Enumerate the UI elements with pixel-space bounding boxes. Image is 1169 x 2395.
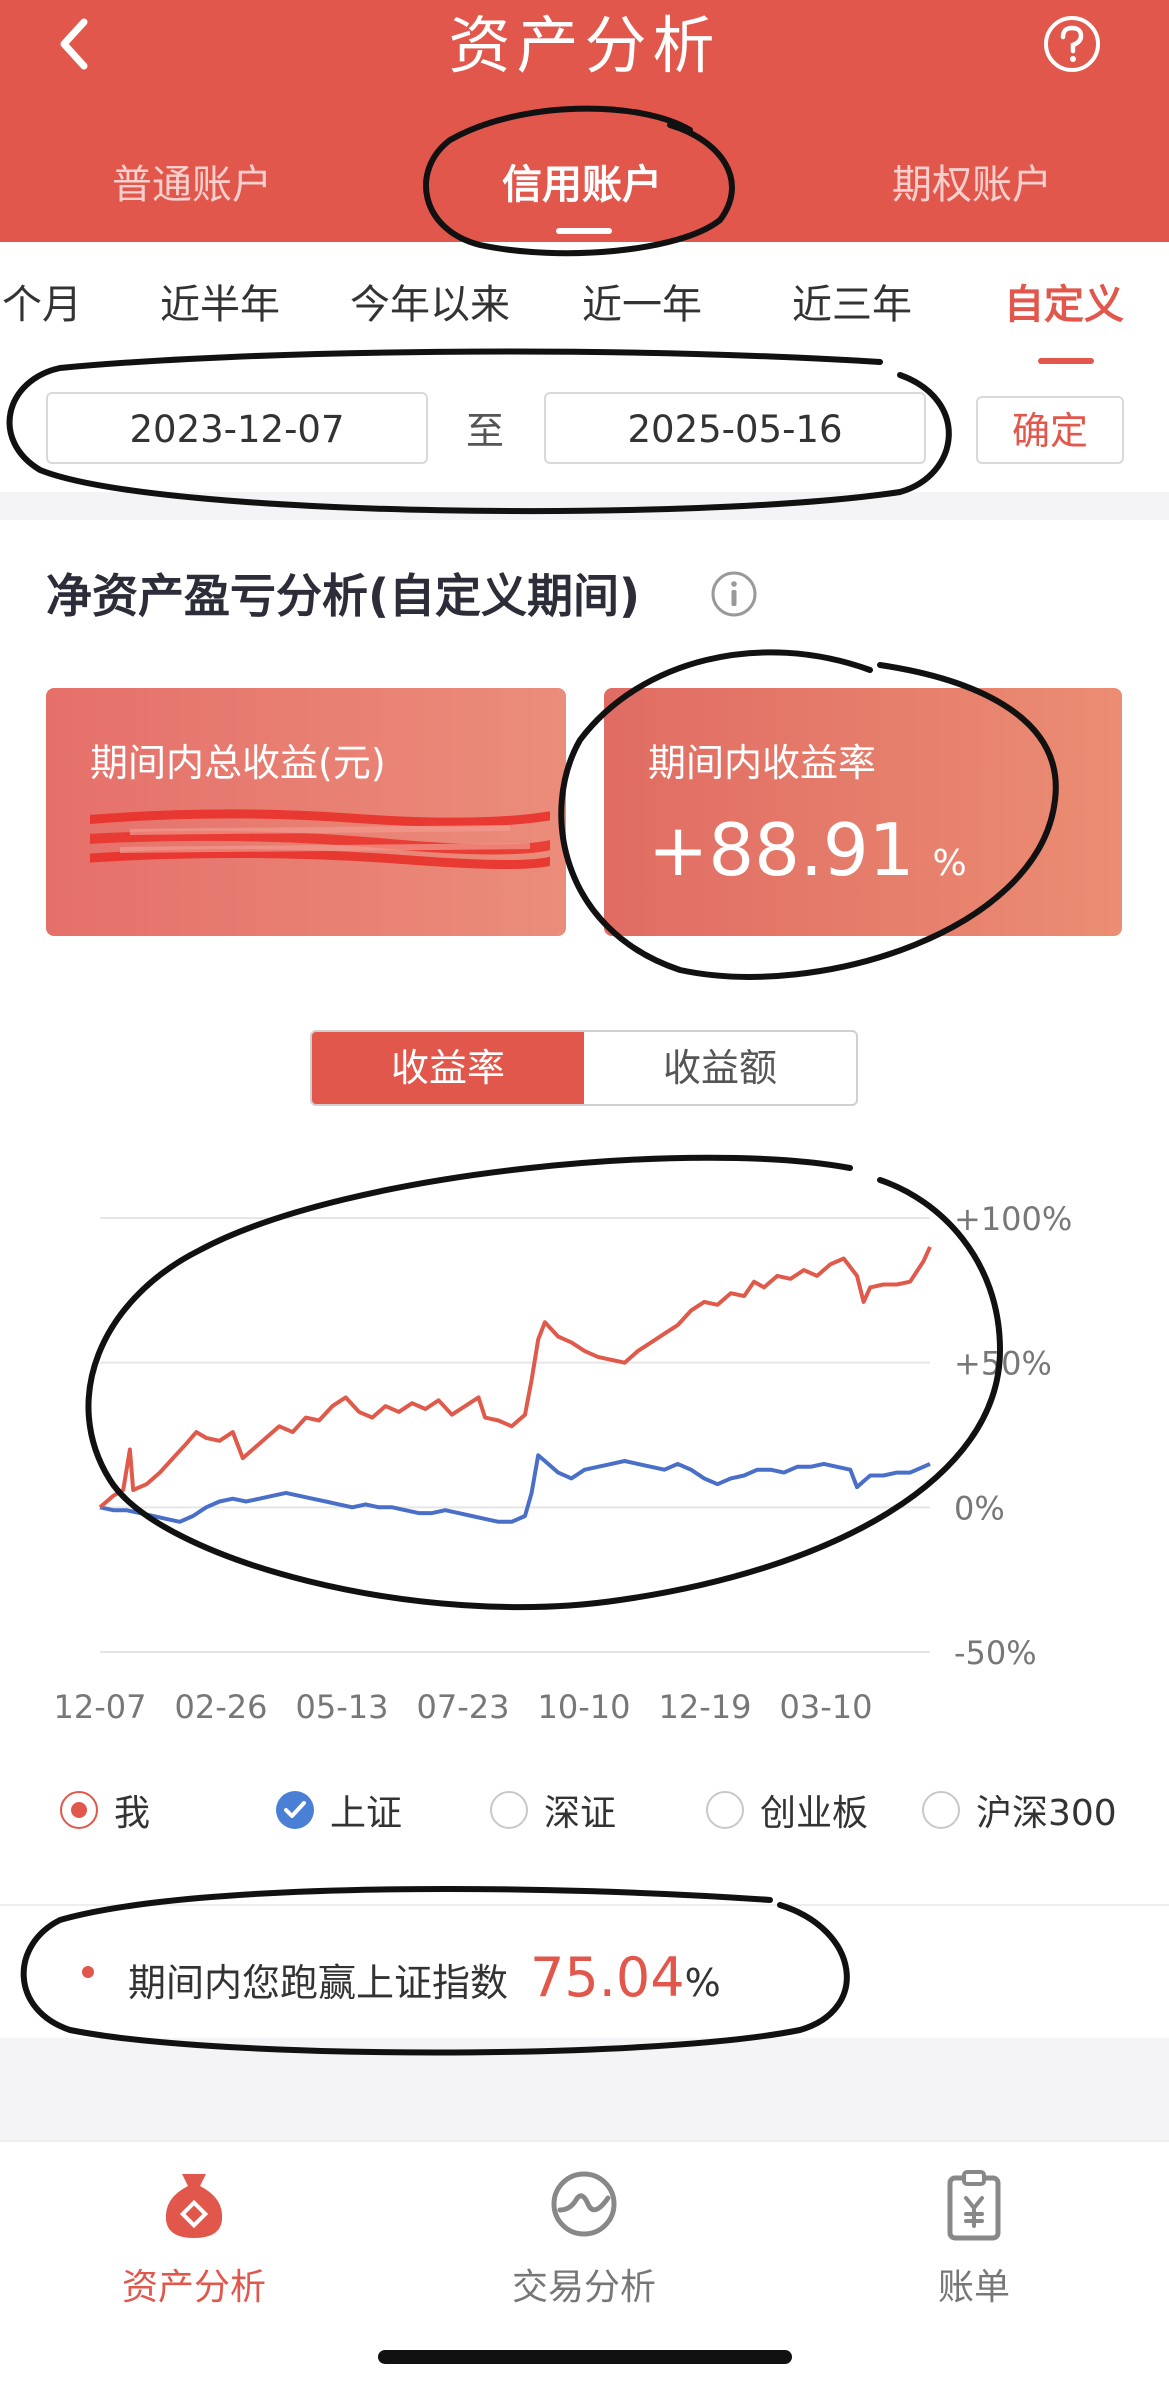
outperformance-value: 75.04 [530,1946,685,2009]
x-tick-label: 03-10 [780,1688,873,1720]
active-period-indicator [1038,358,1094,364]
return-rate-value: +88.91% [648,808,967,892]
outperformance-text: 期间内您跑赢上证指数 75.04% [128,1946,721,2009]
x-tick-label: 12-19 [659,1688,752,1720]
return-rate-number: +88.91 [648,808,915,892]
legend-item-me[interactable]: 我 [60,1780,150,1840]
return-chart: +100% +50% 0% -50% 12-07 02-26 05-13 07-23 10-10… [54,1200,1073,1720]
tabbar-label: 资产分析 [121,2267,266,2308]
series-line [99,1453,931,1524]
account-tabs: 普通账户 信用账户 期权账户 [0,140,1169,234]
app-header: 资产分析 普通账户 信用账户 期权账户 [0,0,1169,242]
period-tab-custom[interactable]: 自定义 [1004,272,1124,330]
tab-regular-account[interactable]: 普通账户 [112,152,272,210]
end-date-field[interactable]: 2025-05-16 [544,392,926,464]
radio-empty-icon [922,1791,960,1829]
total-profit-card: 期间内总收益(元) [46,688,566,936]
section-title: 净资产盈亏分析(自定义期间) [46,569,641,623]
y-tick-label: 0% [954,1489,1005,1527]
active-tab-indicator [556,228,612,234]
x-tick-label: 12-07 [54,1688,147,1720]
legend-label-shanghai: 上证 [330,1793,403,1834]
chart-mode-toggle: 收益率 收益额 [310,1030,858,1106]
check-circle-icon [276,1791,314,1829]
return-rate-unit: % [932,843,967,884]
legend-item-shanghai[interactable]: 上证 [276,1780,402,1840]
start-date-field[interactable]: 2023-12-07 [46,392,428,464]
legend-label-csi300: 沪深300 [976,1793,1117,1834]
page-title: 资产分析 [448,9,721,82]
period-tabs: 近三个月 近半年 今年以来 近一年 近三年 自定义 [0,242,1169,370]
bullet-dot [82,1966,94,1978]
x-tick-label: 07-23 [417,1688,510,1720]
toggle-return-amount[interactable]: 收益额 [584,1032,856,1104]
return-rate-label: 期间内收益率 [648,741,877,785]
tab-options-account[interactable]: 期权账户 [892,152,1052,210]
outperformance-row: 期间内您跑赢上证指数 75.04% [0,1906,1169,2038]
outperformance-unit: % [684,1961,721,2005]
radio-empty-icon [706,1791,744,1829]
bill-clipboard-icon [947,2170,1001,2241]
tabbar-label: 交易分析 [511,2267,656,2308]
chart-legend: 我 上证 深证 创业板 沪深300 [0,1780,1169,1840]
confirm-button[interactable]: 确定 [976,396,1124,464]
return-rate-card: 期间内收益率 +88.91% [604,688,1122,936]
question-circle-icon [1044,16,1100,72]
section-divider [0,492,1169,520]
y-tick-label: +50% [954,1345,1052,1383]
period-tab-3-months[interactable]: 近三个月 [0,272,82,330]
y-tick-label: +100% [954,1200,1072,1238]
period-tab-ytd[interactable]: 今年以来 [350,272,510,330]
legend-item-chinext[interactable]: 创业板 [706,1780,868,1840]
date-range: 2023-12-07 至 2025-05-16 确定 [0,370,1169,492]
tabbar-label: 账单 [937,2267,1010,2308]
radio-selected-icon [60,1791,98,1829]
legend-label-shenzhen: 深证 [544,1793,617,1834]
money-bag-icon [165,2174,223,2238]
info-button[interactable] [710,570,758,618]
help-button[interactable] [1042,14,1102,74]
info-circle-icon [711,571,757,617]
period-tab-half-year[interactable]: 近半年 [160,272,280,330]
period-tab-1-year[interactable]: 近一年 [582,272,702,330]
x-tick-label: 05-13 [296,1688,389,1720]
redacted-scribble [90,809,550,869]
tabbar-trade-analysis[interactable]: 交易分析 [484,2164,684,2310]
tab-credit-account[interactable]: 信用账户 [502,152,662,210]
tabbar-bill[interactable]: 账单 [874,2164,1074,2310]
trend-circle-icon [551,2171,617,2237]
period-tab-3-years[interactable]: 近三年 [792,272,912,330]
legend-item-csi300[interactable]: 沪深300 [922,1780,1117,1840]
x-tick-label: 10-10 [538,1688,631,1720]
total-profit-label: 期间内总收益(元) [90,741,386,785]
outperformance-label: 期间内您跑赢上证指数 [128,1961,509,2005]
footer-spacer [0,2038,1169,2140]
legend-label-chinext: 创业板 [760,1793,869,1834]
tabbar-asset-analysis[interactable]: 资产分析 [94,2164,294,2310]
legend-label-me: 我 [114,1793,151,1834]
y-tick-label: -50% [954,1634,1037,1672]
radio-empty-icon [490,1791,528,1829]
date-separator: 至 [466,409,505,453]
legend-item-shenzhen[interactable]: 深证 [490,1780,616,1840]
home-indicator [378,2350,792,2364]
x-tick-label: 02-26 [175,1688,268,1720]
toggle-return-rate[interactable]: 收益率 [312,1032,584,1104]
